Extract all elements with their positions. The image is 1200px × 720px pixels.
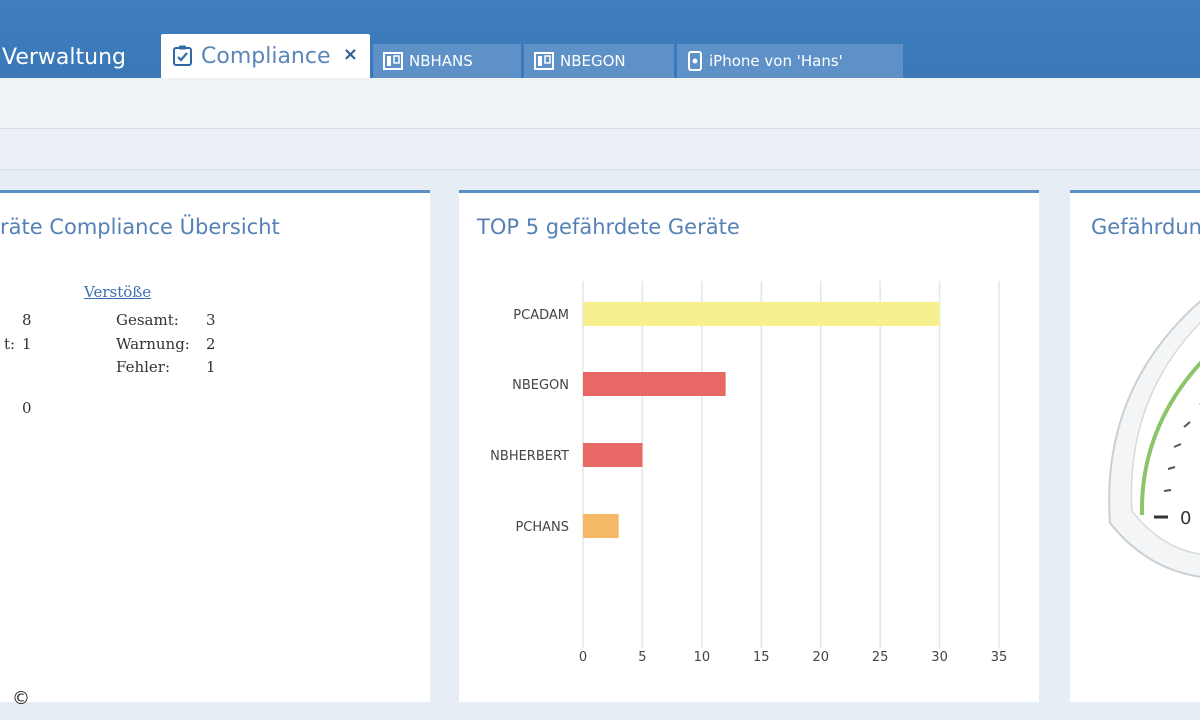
tab-compliance[interactable]: Compliance × <box>161 34 370 78</box>
tab-nbhans-label: NBHANS <box>409 52 473 70</box>
gesamt-value: 3 <box>206 311 216 329</box>
gauge-panel: Gefährdun 0 <box>1070 190 1200 702</box>
x-tick-label: 25 <box>872 650 889 665</box>
tab-nbegon[interactable]: NBEGON <box>524 44 674 78</box>
gauge-chart: 0 <box>1108 300 1200 578</box>
computer-icon <box>383 51 403 71</box>
panel-title: räte Compliance Übersicht <box>0 215 280 239</box>
tab-nbegon-label: NBEGON <box>560 52 626 70</box>
row2-label: t: <box>4 335 16 353</box>
bar-nbegon[interactable] <box>583 372 726 396</box>
sub-toolbar <box>0 129 1200 170</box>
category-label: PCADAM <box>513 308 569 323</box>
row1-value: 8 <box>22 311 32 329</box>
fehler-label: Fehler: <box>116 358 171 376</box>
gauge-zero-label: 0 <box>1180 508 1191 529</box>
x-tick-label: 10 <box>694 650 711 665</box>
x-tick-label: 30 <box>931 650 948 665</box>
copyright-mark: © <box>12 688 30 709</box>
x-tick-label: 20 <box>812 650 829 665</box>
row4-value: 0 <box>22 399 32 417</box>
computer-icon <box>534 51 554 71</box>
bar-pchans[interactable] <box>583 514 619 538</box>
tab-iphone-label: iPhone von 'Hans' <box>709 52 843 70</box>
gauge-tick <box>1163 489 1172 492</box>
tab-compliance-label: Compliance <box>201 43 331 69</box>
tab-bar: Verwaltung Compliance × NBHANS NBEGON iP… <box>0 0 1200 78</box>
gesamt-label: Gesamt: <box>116 311 179 329</box>
bar-nbherbert[interactable] <box>583 443 643 467</box>
warnung-label: Warnung: <box>116 335 190 353</box>
checklist-icon <box>171 44 195 68</box>
warnung-value: 2 <box>206 335 216 353</box>
row2-value: 1 <box>22 335 32 353</box>
x-tick-label: 5 <box>638 650 646 665</box>
category-label: PCHANS <box>515 520 569 535</box>
toolbar <box>0 78 1200 129</box>
top5-panel: TOP 5 gefährdete Geräte 0 5 10 15 20 25 30 35 PC… <box>459 190 1039 702</box>
phone-icon <box>687 51 703 71</box>
tab-nbhans[interactable]: NBHANS <box>373 44 521 78</box>
x-tick-label: 35 <box>991 650 1008 665</box>
bar-pcadam[interactable] <box>583 302 940 326</box>
tab-iphone[interactable]: iPhone von 'Hans' <box>677 44 903 78</box>
close-icon[interactable]: × <box>343 44 358 65</box>
top5-bar-chart: 0 5 10 15 20 25 30 35 PCADAM NBEGON NBHERBERT PCHAN… <box>490 281 1008 665</box>
category-label: NBHERBERT <box>490 449 569 464</box>
tab-verwaltung[interactable]: Verwaltung <box>0 36 158 78</box>
tab-verwaltung-label: Verwaltung <box>2 44 126 70</box>
fehler-value: 1 <box>206 358 216 376</box>
verstoesse-link[interactable]: Verstöße <box>84 283 151 301</box>
compliance-overview-panel: räte Compliance Übersicht Verstöße 8 t: … <box>0 190 430 702</box>
category-label: NBEGON <box>512 378 569 393</box>
x-tick-label: 15 <box>753 650 770 665</box>
x-tick-label: 0 <box>579 650 587 665</box>
